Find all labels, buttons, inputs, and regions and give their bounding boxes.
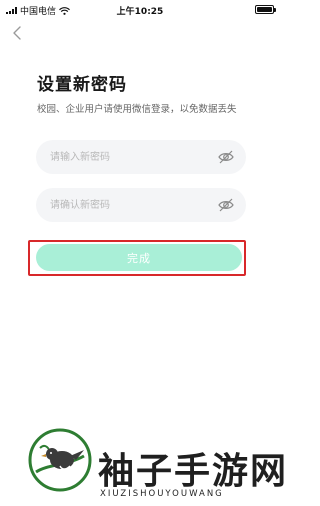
battery-fill <box>257 7 272 12</box>
status-bar: 中国电信 上午10:25 <box>0 0 280 18</box>
back-button[interactable] <box>8 24 26 42</box>
watermark-title: 袖子手游网 <box>98 450 289 492</box>
watermark-subtitle: XIUZISHOUYOUWANG <box>100 489 224 499</box>
page-subtitle: 校园、企业用户请使用微信登录，以免数据丢失 <box>37 104 237 115</box>
bird-logo-icon <box>28 428 92 492</box>
watermark: 袖子手游网 XIUZISHOUYOUWANG <box>0 420 286 506</box>
confirm-password-input[interactable] <box>50 188 210 222</box>
done-button[interactable]: 完成 <box>36 244 242 271</box>
new-password-input[interactable] <box>50 140 210 174</box>
confirm-password-field <box>36 188 246 222</box>
eye-off-icon[interactable] <box>217 148 235 166</box>
battery-icon <box>255 5 276 14</box>
new-password-field <box>36 140 246 174</box>
status-time: 上午10:25 <box>116 7 164 17</box>
eye-off-icon[interactable] <box>217 196 235 214</box>
page-title: 设置新密码 <box>37 75 127 95</box>
chevron-left-icon <box>13 26 21 40</box>
status-right <box>255 5 276 14</box>
